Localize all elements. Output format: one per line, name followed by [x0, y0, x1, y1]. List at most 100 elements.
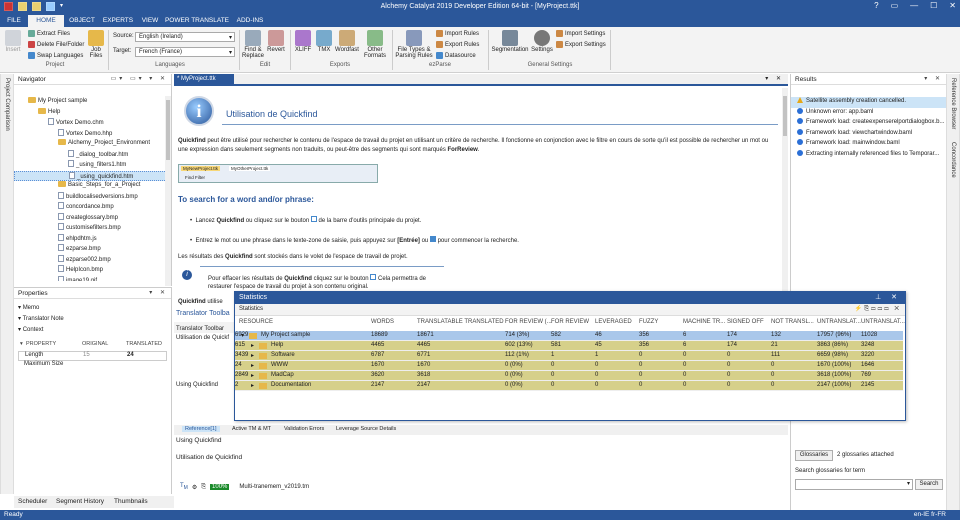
close-button[interactable]: ✕ — [949, 1, 956, 10]
tree-file[interactable]: customisefilters.bmp — [14, 223, 171, 234]
statistics-row[interactable]: ▸ MadCap 3620 3618 0 (0%) 0 0 0 0 0 0 3618 (100%) 76… — [235, 371, 903, 381]
navigator-scrollbar[interactable] — [165, 96, 171, 286]
tree-folder[interactable]: Help — [14, 107, 171, 119]
statistics-row[interactable]: ▸ WWW 1670 1670 0 (0%) 0 0 0 0 0 0 1670 (100%) 1646 2… — [235, 361, 903, 371]
find-replace-button[interactable]: Find & Replace — [241, 30, 265, 59]
editor-source-text[interactable]: Utilisation de Quickf — [174, 333, 234, 343]
tree-folder[interactable]: Basic_Steps_for_a_Project — [14, 181, 171, 192]
tab-reference[interactable]: Reference[1] — [182, 426, 220, 432]
xliff-button[interactable]: XLIFF — [293, 30, 313, 53]
revert-button[interactable]: Revert — [266, 30, 286, 53]
tab-thumbnails[interactable]: Thumbnails — [114, 498, 148, 505]
tree-file[interactable]: concordance.bmp — [14, 202, 171, 213]
column-header[interactable]: TRANSLATABLE TRANSLATED — [417, 319, 504, 325]
expand-toggle-icon[interactable]: ▸ — [251, 342, 254, 349]
tree-file[interactable]: createglossary.bmp — [14, 212, 171, 224]
glossary-search-input[interactable]: ▾ — [795, 479, 913, 490]
gear-icon[interactable]: ⚙ — [192, 484, 197, 491]
expand-toggle-icon[interactable]: ▸ — [251, 372, 254, 379]
property-row[interactable]: Length 15 24 — [18, 351, 167, 361]
source-language-select[interactable]: English (Ireland) ▾ — [135, 32, 235, 42]
column-header[interactable]: LEVERAGED — [595, 319, 632, 325]
section-context[interactable]: ▾ Context — [18, 326, 167, 337]
editor-target-text[interactable]: Using Quickfind — [176, 382, 218, 388]
tab-file[interactable]: FILE — [2, 15, 26, 27]
tab-home[interactable]: HOME — [28, 15, 64, 27]
extract-files-button[interactable]: Extract Files — [28, 30, 70, 37]
panel-controls[interactable]: ▾ ✕ — [149, 289, 168, 296]
scrollbar-thumb[interactable] — [783, 96, 787, 136]
tree-file[interactable]: _using_filters1.htm — [14, 160, 171, 171]
column-header[interactable]: RESOURCE — [239, 319, 273, 325]
column-header[interactable]: FOR REVIEW — [551, 319, 589, 325]
tab-leverage-source[interactable]: Leverage Source Details — [336, 426, 396, 432]
result-item[interactable]: Framework load: mainwindow.baml — [791, 139, 946, 150]
statistics-row[interactable]: ▸ Documentation 2147 2147 0 (0%) 0 0 0 0 0 0 2147 (… — [235, 381, 903, 391]
maximize-button[interactable]: ☐ — [930, 1, 937, 10]
tab-object[interactable]: OBJECT — [66, 15, 98, 27]
tree-file[interactable]: Vortex Demo.hhp — [14, 128, 171, 140]
import-settings-button[interactable]: Import Settings — [556, 30, 605, 37]
copy-icon[interactable]: ⎘ — [201, 484, 206, 491]
help-icon[interactable]: ? — [874, 1, 878, 10]
job-files-button[interactable]: Job Files — [86, 30, 106, 59]
tree-file[interactable]: ezparse.bmp — [14, 244, 171, 255]
tab-add-ins[interactable]: ADD-INS — [232, 15, 268, 27]
tmx-button[interactable]: TMX — [315, 30, 333, 53]
other-formats-button[interactable]: Other Formats — [361, 30, 389, 59]
panel-controls[interactable]: ▭▾ ▭▾ ▾ ✕ — [111, 75, 168, 82]
expand-toggle-icon[interactable]: ▸ — [251, 382, 254, 389]
panel-controls[interactable]: ▾ ✕ — [924, 75, 943, 82]
expand-toggle-icon[interactable]: ▸ — [251, 362, 254, 369]
statistics-toolbar-icons[interactable]: ⚡⎘▭▭▭ ✕ — [855, 305, 901, 313]
tree-file[interactable]: _dialog_toolbar.htm — [14, 149, 171, 161]
tab-segment-history[interactable]: Segment History — [56, 498, 104, 505]
result-item[interactable]: Framework load: createexpenserelportdial… — [791, 118, 946, 129]
segmentation-button[interactable]: Segmentation — [490, 30, 530, 53]
tree-file[interactable]: ezparse002.bmp — [14, 254, 171, 266]
result-item[interactable]: Framework load: viewchartwindow.baml — [791, 128, 946, 140]
document-scrollbar[interactable] — [782, 88, 788, 294]
tree-file[interactable]: ehlpdhtm.js — [14, 233, 171, 245]
project-comparison-tab[interactable]: Project Comparison — [4, 78, 10, 131]
section-translator-note[interactable]: ▾ Translator Note — [18, 315, 167, 326]
tab-power-translate[interactable]: POWER TRANSLATE — [164, 15, 230, 27]
document-tab[interactable]: * MyProject.ttk — [174, 74, 234, 85]
settings-button[interactable]: Settings — [530, 30, 554, 53]
restore-ribbon-icon[interactable]: ▭ — [891, 1, 899, 10]
tree-folder[interactable]: Alchemy_Project_Environment — [14, 139, 171, 150]
statistics-window-controls[interactable]: ⊥ ✕ — [875, 293, 901, 301]
minimize-button[interactable]: — — [910, 1, 918, 10]
export-settings-button[interactable]: Export Settings — [556, 41, 606, 48]
glossaries-button[interactable]: Glossaries — [795, 450, 833, 461]
tab-view[interactable]: VIEW — [138, 15, 162, 27]
statistics-row[interactable]: ▸ Help 4465 4465 602 (13%) 581 45 356 6 174 21 3863… — [235, 341, 903, 351]
concordance-tab[interactable]: Concordance — [950, 142, 956, 178]
tab-validation-errors[interactable]: Validation Errors — [284, 426, 324, 432]
column-header[interactable]: MACHINE TR... — [683, 319, 725, 325]
property-row[interactable]: Maximum Size — [18, 361, 167, 371]
tree-folder[interactable]: My Project sample — [14, 97, 171, 108]
column-header[interactable]: SIGNED OFF — [727, 319, 764, 325]
result-item[interactable]: Unknown error: app.baml — [791, 107, 946, 119]
section-memo[interactable]: ▾ Memo — [18, 304, 167, 315]
statistics-row[interactable]: ▾ My Project sample 18689 18671 714 (3%) 582 4… — [235, 331, 903, 341]
file-types-parsing-rules-button[interactable]: File Types & Parsing Rules — [394, 30, 434, 59]
column-header[interactable]: NOT TRANSL... — [771, 319, 814, 325]
swap-languages-button[interactable]: Swap Languages — [28, 52, 83, 59]
glossary-search-button[interactable]: Search — [915, 479, 943, 490]
translator-toolbar-link[interactable]: Translator Toolba — [176, 310, 230, 317]
column-header[interactable]: UNTRANSLAT... — [817, 319, 861, 325]
wordfast-button[interactable]: Wordfast — [334, 30, 360, 53]
tree-file[interactable]: Vortex Demo.chm — [14, 118, 171, 129]
tree-file[interactable]: buildlocalisedversions.bmp — [14, 191, 171, 203]
delete-file-button[interactable]: Delete File/Folder — [28, 41, 84, 48]
tab-scheduler[interactable]: Scheduler — [18, 498, 47, 505]
tab-active-tm[interactable]: Active TM & MT — [232, 426, 271, 432]
column-header[interactable]: UNTRANSLAT... — [861, 319, 905, 325]
tab-experts[interactable]: EXPERTS — [100, 15, 136, 27]
tree-file[interactable]: image19.gif — [14, 275, 171, 281]
column-header[interactable]: WORDS — [371, 319, 394, 325]
datasource-button[interactable]: Datasource — [436, 52, 476, 59]
target-language-select[interactable]: French (France) ▾ — [135, 47, 235, 57]
